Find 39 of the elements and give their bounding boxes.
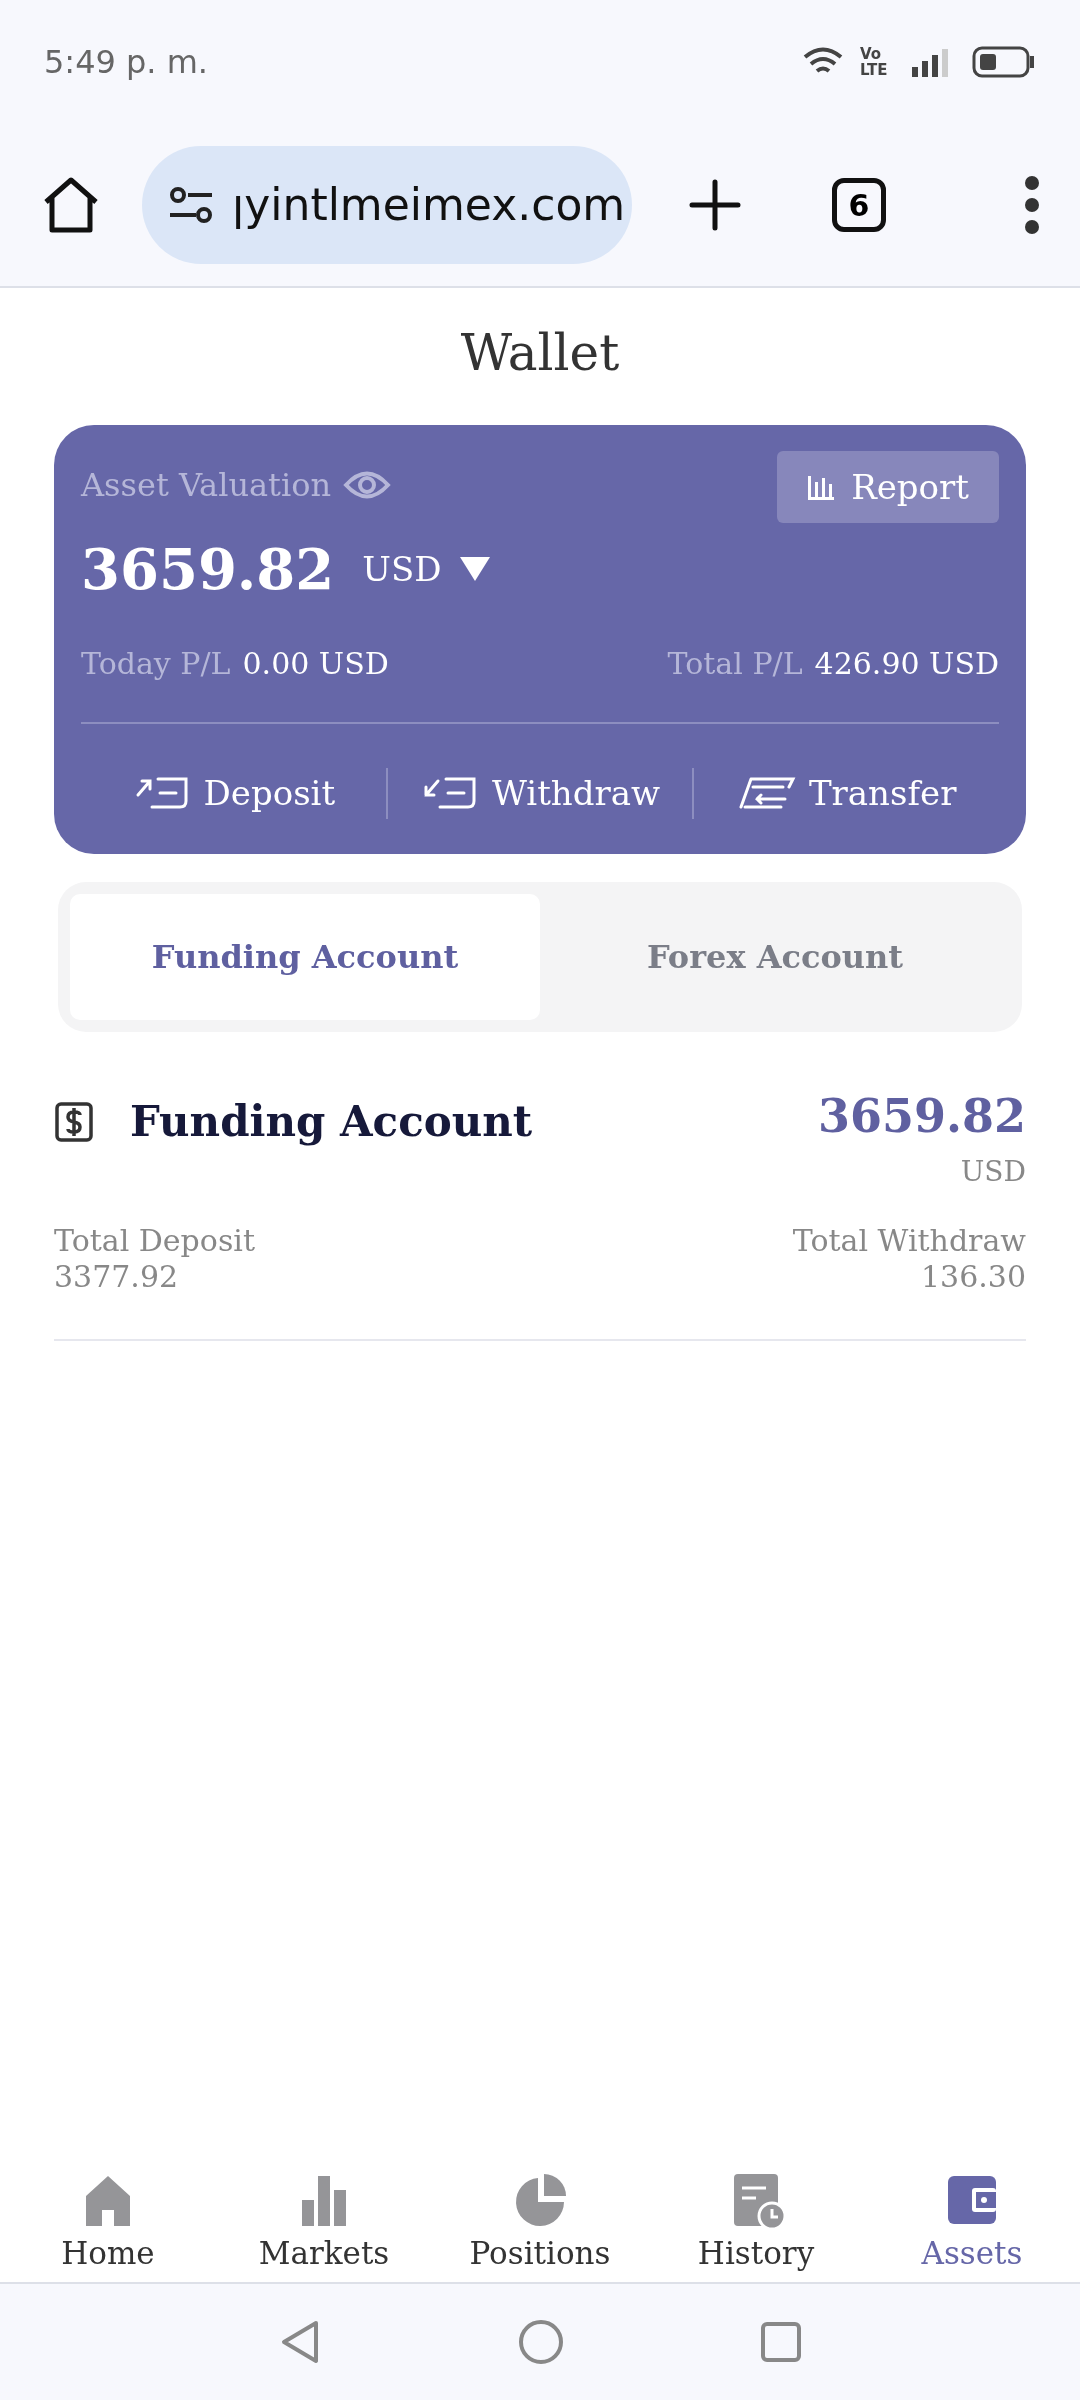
withdraw-button[interactable]: Withdraw [419,767,661,819]
nav-tab[interactable]: Assets [864,2154,1080,2276]
recents-icon[interactable] [760,2321,802,2363]
total-pl-value: 426.90 USD [814,645,999,683]
total-withdraw-label: Total Withdraw [792,1223,1026,1259]
report-button[interactable]: Report [777,451,999,523]
total-deposit-label: Total Deposit [54,1223,255,1259]
transfer-button[interactable]: Transfer [736,767,957,819]
network-type: Vo LTE [860,46,889,78]
currency-selector[interactable]: USD [362,543,492,595]
account-title: Funding Account [130,1096,533,1148]
nav-tab[interactable]: History [648,2154,864,2276]
nav-tab[interactable]: Home [0,2154,216,2276]
today-pl-value: 0.00 USD [242,645,389,683]
home-circle-icon[interactable] [518,2319,564,2365]
dollar-icon [54,1100,94,1143]
new-tab-icon[interactable] [688,178,742,232]
bar-chart-icon [807,474,836,500]
total-pl-label: Total P/L [667,645,803,683]
account-balance: 3659.82 [817,1088,1026,1145]
nav-tab[interactable]: Markets [216,2154,432,2276]
deposit-button[interactable]: Deposit [131,767,336,819]
status-time: 5:49 p. m. [44,42,209,83]
page-title: Wallet [459,323,621,384]
caret-icon [457,555,492,583]
address-bar[interactable]: ꞁyintlmeimex.com [142,146,632,264]
tab-count-button[interactable]: 6 [832,178,886,232]
url-text: ꞁyintlmeimex.com [232,178,626,232]
total-withdraw-value: 136.30 [921,1259,1026,1295]
battery-icon [972,46,1036,78]
nav-tab[interactable]: Positions [432,2154,648,2276]
more-menu-icon[interactable] [1024,175,1040,235]
balance-currency: USD [960,1154,1026,1190]
asset-valuation-label: Asset Valuation [81,465,332,506]
account-tab[interactable]: Forex Account [540,894,1010,1020]
total-deposit-value: 3377.92 [54,1259,180,1295]
today-pl-label: Today P/L [81,645,231,683]
asset-amount: 3659.82 [81,535,335,604]
account-tab[interactable]: Funding Account [70,894,540,1020]
